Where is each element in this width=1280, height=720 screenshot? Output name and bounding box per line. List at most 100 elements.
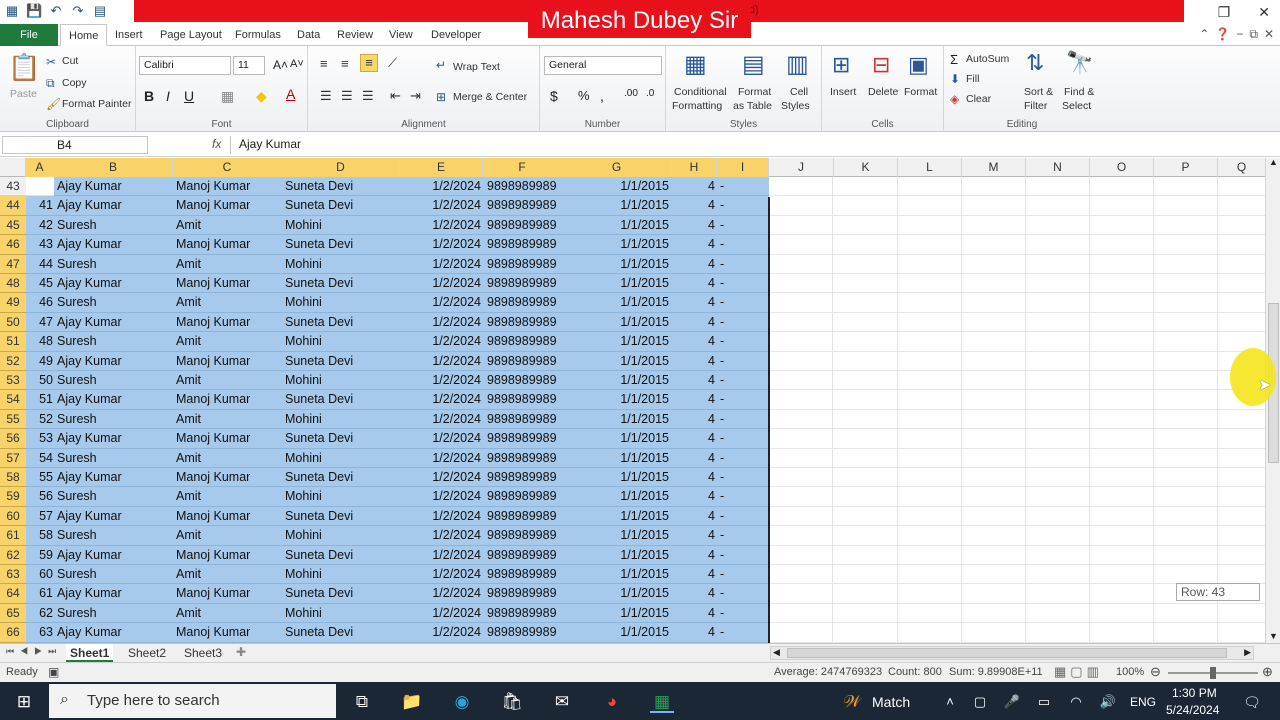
autosum-icon[interactable]: Σ	[950, 52, 958, 67]
grid-cell[interactable]	[898, 448, 962, 468]
cell-h[interactable]: 4	[672, 352, 715, 371]
cell-f[interactable]: 9898989989	[487, 235, 562, 254]
cell-i[interactable]: -	[720, 255, 760, 274]
cell-h[interactable]: 4	[672, 584, 715, 603]
fx-icon[interactable]: fx	[212, 137, 221, 151]
grid-cell[interactable]	[962, 215, 1026, 236]
grid-cell[interactable]	[1154, 623, 1218, 643]
cell-c[interactable]: Amit	[176, 604, 280, 623]
grid-cell[interactable]	[1090, 196, 1154, 216]
grid-cell[interactable]	[1154, 371, 1218, 391]
store-icon[interactable]: 🛍	[500, 691, 524, 713]
grid-cell[interactable]	[1090, 623, 1154, 643]
sort-filter-icon[interactable]: ⇅	[1026, 50, 1044, 76]
tab-insert[interactable]: Insert	[115, 24, 143, 46]
cell-c[interactable]: Manoj Kumar	[176, 623, 280, 642]
row-header[interactable]: 44	[0, 196, 26, 216]
select-all-corner[interactable]	[0, 158, 26, 177]
cell-a[interactable]: 57	[26, 507, 53, 526]
grid-cell[interactable]	[1154, 429, 1218, 449]
cell-a[interactable]: 53	[26, 429, 53, 448]
grid-cell[interactable]	[834, 332, 898, 352]
grid-cell[interactable]	[1090, 487, 1154, 507]
cell-i[interactable]: -	[720, 352, 760, 371]
match-text[interactable]: Match	[872, 694, 910, 710]
cell-b[interactable]: Ajay Kumar	[57, 274, 171, 293]
cell-g[interactable]: 1/1/2015	[562, 371, 669, 390]
cell-e[interactable]: 1/2/2024	[400, 546, 481, 565]
align-top-icon[interactable]: ≡	[320, 56, 328, 71]
cell-i[interactable]: -	[720, 177, 760, 196]
battery-icon[interactable]: ▭	[1032, 691, 1056, 713]
grid-cell[interactable]	[898, 177, 962, 197]
cell-i[interactable]: -	[720, 274, 760, 293]
row-header[interactable]: 59	[0, 487, 26, 507]
format-as-table-label2[interactable]: as Table	[733, 100, 772, 112]
grid-cell[interactable]	[769, 351, 833, 371]
font-size-select[interactable]: 11	[233, 56, 265, 75]
grid-cell[interactable]	[1026, 584, 1090, 604]
cell-h[interactable]: 4	[672, 196, 715, 215]
cell-g[interactable]: 1/1/2015	[562, 235, 669, 254]
grid-cell[interactable]	[898, 565, 962, 585]
grid-cell[interactable]	[769, 177, 833, 197]
grid-cell[interactable]	[1154, 332, 1218, 352]
cell-i[interactable]: -	[720, 371, 760, 390]
cell-d[interactable]: Suneta Devi	[285, 177, 397, 196]
cell-g[interactable]: 1/1/2015	[562, 526, 669, 545]
grid-cell[interactable]	[962, 351, 1026, 371]
worksheet-grid[interactable]: 43 Ajay Kumar Manoj Kumar Suneta Devi 1/2/20…	[0, 177, 1266, 643]
excel-taskbar-icon[interactable]: ▦	[650, 691, 674, 713]
grid-cell[interactable]	[1026, 623, 1090, 643]
shrink-font-icon[interactable]: A˅	[290, 58, 304, 70]
cell-c[interactable]: Manoj Kumar	[176, 352, 280, 371]
find-select-button[interactable]: Find &	[1064, 86, 1094, 98]
cell-g[interactable]: 1/1/2015	[562, 293, 669, 312]
format-as-table-icon[interactable]: ▤	[742, 50, 765, 79]
cell-f[interactable]: 9898989989	[487, 623, 562, 642]
redo-icon[interactable]: ↷	[70, 3, 86, 19]
grid-cell[interactable]	[1154, 526, 1218, 546]
cell-e[interactable]: 1/2/2024	[400, 507, 481, 526]
grid-cell[interactable]	[898, 468, 962, 488]
cell-e[interactable]: 1/2/2024	[400, 255, 481, 274]
grid-cell[interactable]	[1218, 468, 1266, 487]
cell-d[interactable]: Mohini	[285, 293, 397, 312]
cell-a[interactable]: 48	[26, 332, 53, 351]
grid-cell[interactable]	[1026, 332, 1090, 352]
cell-f[interactable]: 9898989989	[487, 352, 562, 371]
grid-cell[interactable]	[769, 448, 833, 468]
grid-cell[interactable]	[1090, 565, 1154, 585]
grid-cell[interactable]	[834, 177, 898, 197]
grid-cell[interactable]	[1090, 254, 1154, 274]
grid-cell[interactable]	[834, 371, 898, 391]
merge-center-button[interactable]: Merge & Center	[453, 91, 527, 103]
cell-b[interactable]: Suresh	[57, 255, 171, 274]
cell-f[interactable]: 9898989989	[487, 487, 562, 506]
cell-i[interactable]: -	[720, 507, 760, 526]
grid-cell[interactable]	[1154, 545, 1218, 565]
column-header-c[interactable]: C	[173, 158, 282, 177]
grid-cell[interactable]	[962, 293, 1026, 313]
grid-cell[interactable]	[1090, 584, 1154, 604]
grid-cell[interactable]	[898, 526, 962, 546]
grid-cell[interactable]	[834, 565, 898, 585]
grid-cell[interactable]	[1026, 468, 1090, 488]
cell-a[interactable]: 60	[26, 565, 53, 584]
grid-cell[interactable]	[1026, 312, 1090, 333]
grid-cell[interactable]	[1154, 565, 1218, 585]
row-header[interactable]: 55	[0, 409, 26, 430]
scroll-right-icon[interactable]: ▶	[1244, 647, 1251, 658]
cell-g[interactable]: 1/1/2015	[562, 390, 669, 409]
cell-f[interactable]: 9898989989	[487, 410, 562, 429]
new-sheet-icon[interactable]: ✚	[236, 645, 246, 659]
grid-cell[interactable]	[962, 429, 1026, 449]
tab-review[interactable]: Review	[337, 24, 373, 46]
cell-e[interactable]: 1/2/2024	[400, 352, 481, 371]
cell-f[interactable]: 9898989989	[487, 390, 562, 409]
grid-cell[interactable]	[834, 506, 898, 527]
grid-cell[interactable]	[1026, 351, 1090, 371]
cell-h[interactable]: 4	[672, 332, 715, 351]
grid-cell[interactable]	[898, 487, 962, 507]
grid-cell[interactable]	[1026, 565, 1090, 585]
